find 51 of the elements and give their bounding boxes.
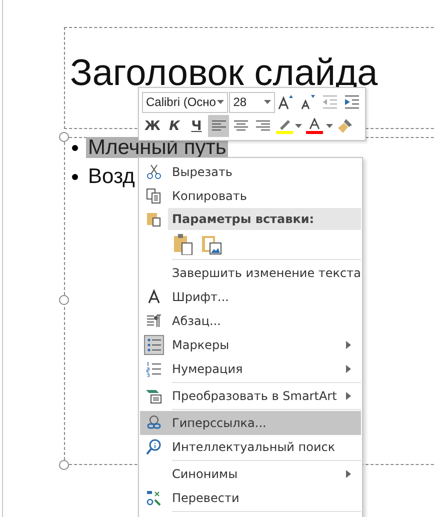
scissors-icon bbox=[146, 164, 162, 180]
font-color-icon[interactable] bbox=[303, 115, 325, 137]
align-center-icon bbox=[234, 120, 248, 132]
submenu-arrow-icon bbox=[346, 392, 351, 400]
menu-item[interactable]: Вырезать bbox=[140, 160, 361, 184]
menu-item[interactable]: Преобразовать в SmartArt bbox=[140, 384, 361, 408]
slide-title: Заголовок слайда bbox=[70, 52, 378, 94]
menu-item[interactable]: Синонимы bbox=[140, 462, 361, 486]
paste-picture-icon[interactable] bbox=[202, 233, 222, 255]
clipboard-icon bbox=[146, 211, 162, 227]
align-right-icon bbox=[256, 120, 270, 132]
menu-item[interactable]: Завершить изменение текста bbox=[140, 261, 361, 285]
menu-item[interactable]: Копировать bbox=[140, 184, 361, 208]
format-button[interactable]: Ж bbox=[142, 115, 163, 137]
bullet-list-icon bbox=[146, 337, 162, 353]
menu-item[interactable]: Гиперссылка... bbox=[140, 411, 361, 435]
smartart-icon bbox=[146, 388, 162, 404]
caret-icon bbox=[264, 100, 271, 104]
menu-item[interactable]: Интеллектуальный поиск bbox=[140, 435, 361, 459]
menu-section-header: Параметры вставки: bbox=[168, 208, 361, 230]
format-button[interactable]: Ч bbox=[186, 115, 207, 137]
paragraph-icon bbox=[146, 313, 162, 329]
align-left-icon bbox=[212, 120, 226, 132]
align-button[interactable] bbox=[208, 115, 229, 137]
paste-keep-formatting-icon[interactable] bbox=[174, 233, 194, 255]
numbered-list-icon bbox=[146, 361, 162, 377]
copy-icon bbox=[146, 188, 162, 204]
menu-item[interactable]: Перевести bbox=[140, 486, 361, 510]
caret-icon bbox=[326, 124, 333, 128]
search-icon bbox=[146, 439, 162, 455]
caret-icon bbox=[217, 100, 224, 104]
menu-item[interactable]: Шрифт... bbox=[140, 285, 361, 309]
menu-item[interactable]: Маркеры bbox=[140, 333, 361, 357]
sizing-handle[interactable] bbox=[59, 295, 69, 305]
submenu-arrow-icon bbox=[346, 365, 351, 373]
bullet-text: Возд bbox=[87, 166, 136, 187]
font-icon bbox=[146, 289, 162, 305]
menu-item[interactable]: Нумерация bbox=[140, 357, 361, 381]
caret-icon bbox=[295, 124, 302, 128]
format-button[interactable]: К bbox=[164, 115, 185, 137]
translate-icon bbox=[146, 490, 162, 506]
bullet-icon bbox=[72, 174, 78, 180]
menu-item[interactable]: Абзац... bbox=[140, 309, 361, 333]
sizing-handle[interactable] bbox=[59, 132, 69, 142]
font-size-dropdown[interactable]: 28 bbox=[229, 92, 275, 112]
submenu-arrow-icon bbox=[346, 470, 351, 478]
font-name-dropdown[interactable]: Calibri (Осно bbox=[142, 92, 228, 112]
hyperlink-icon bbox=[146, 415, 162, 431]
sizing-handle[interactable] bbox=[59, 460, 69, 470]
bullet-icon bbox=[72, 144, 78, 150]
submenu-arrow-icon bbox=[346, 341, 351, 349]
